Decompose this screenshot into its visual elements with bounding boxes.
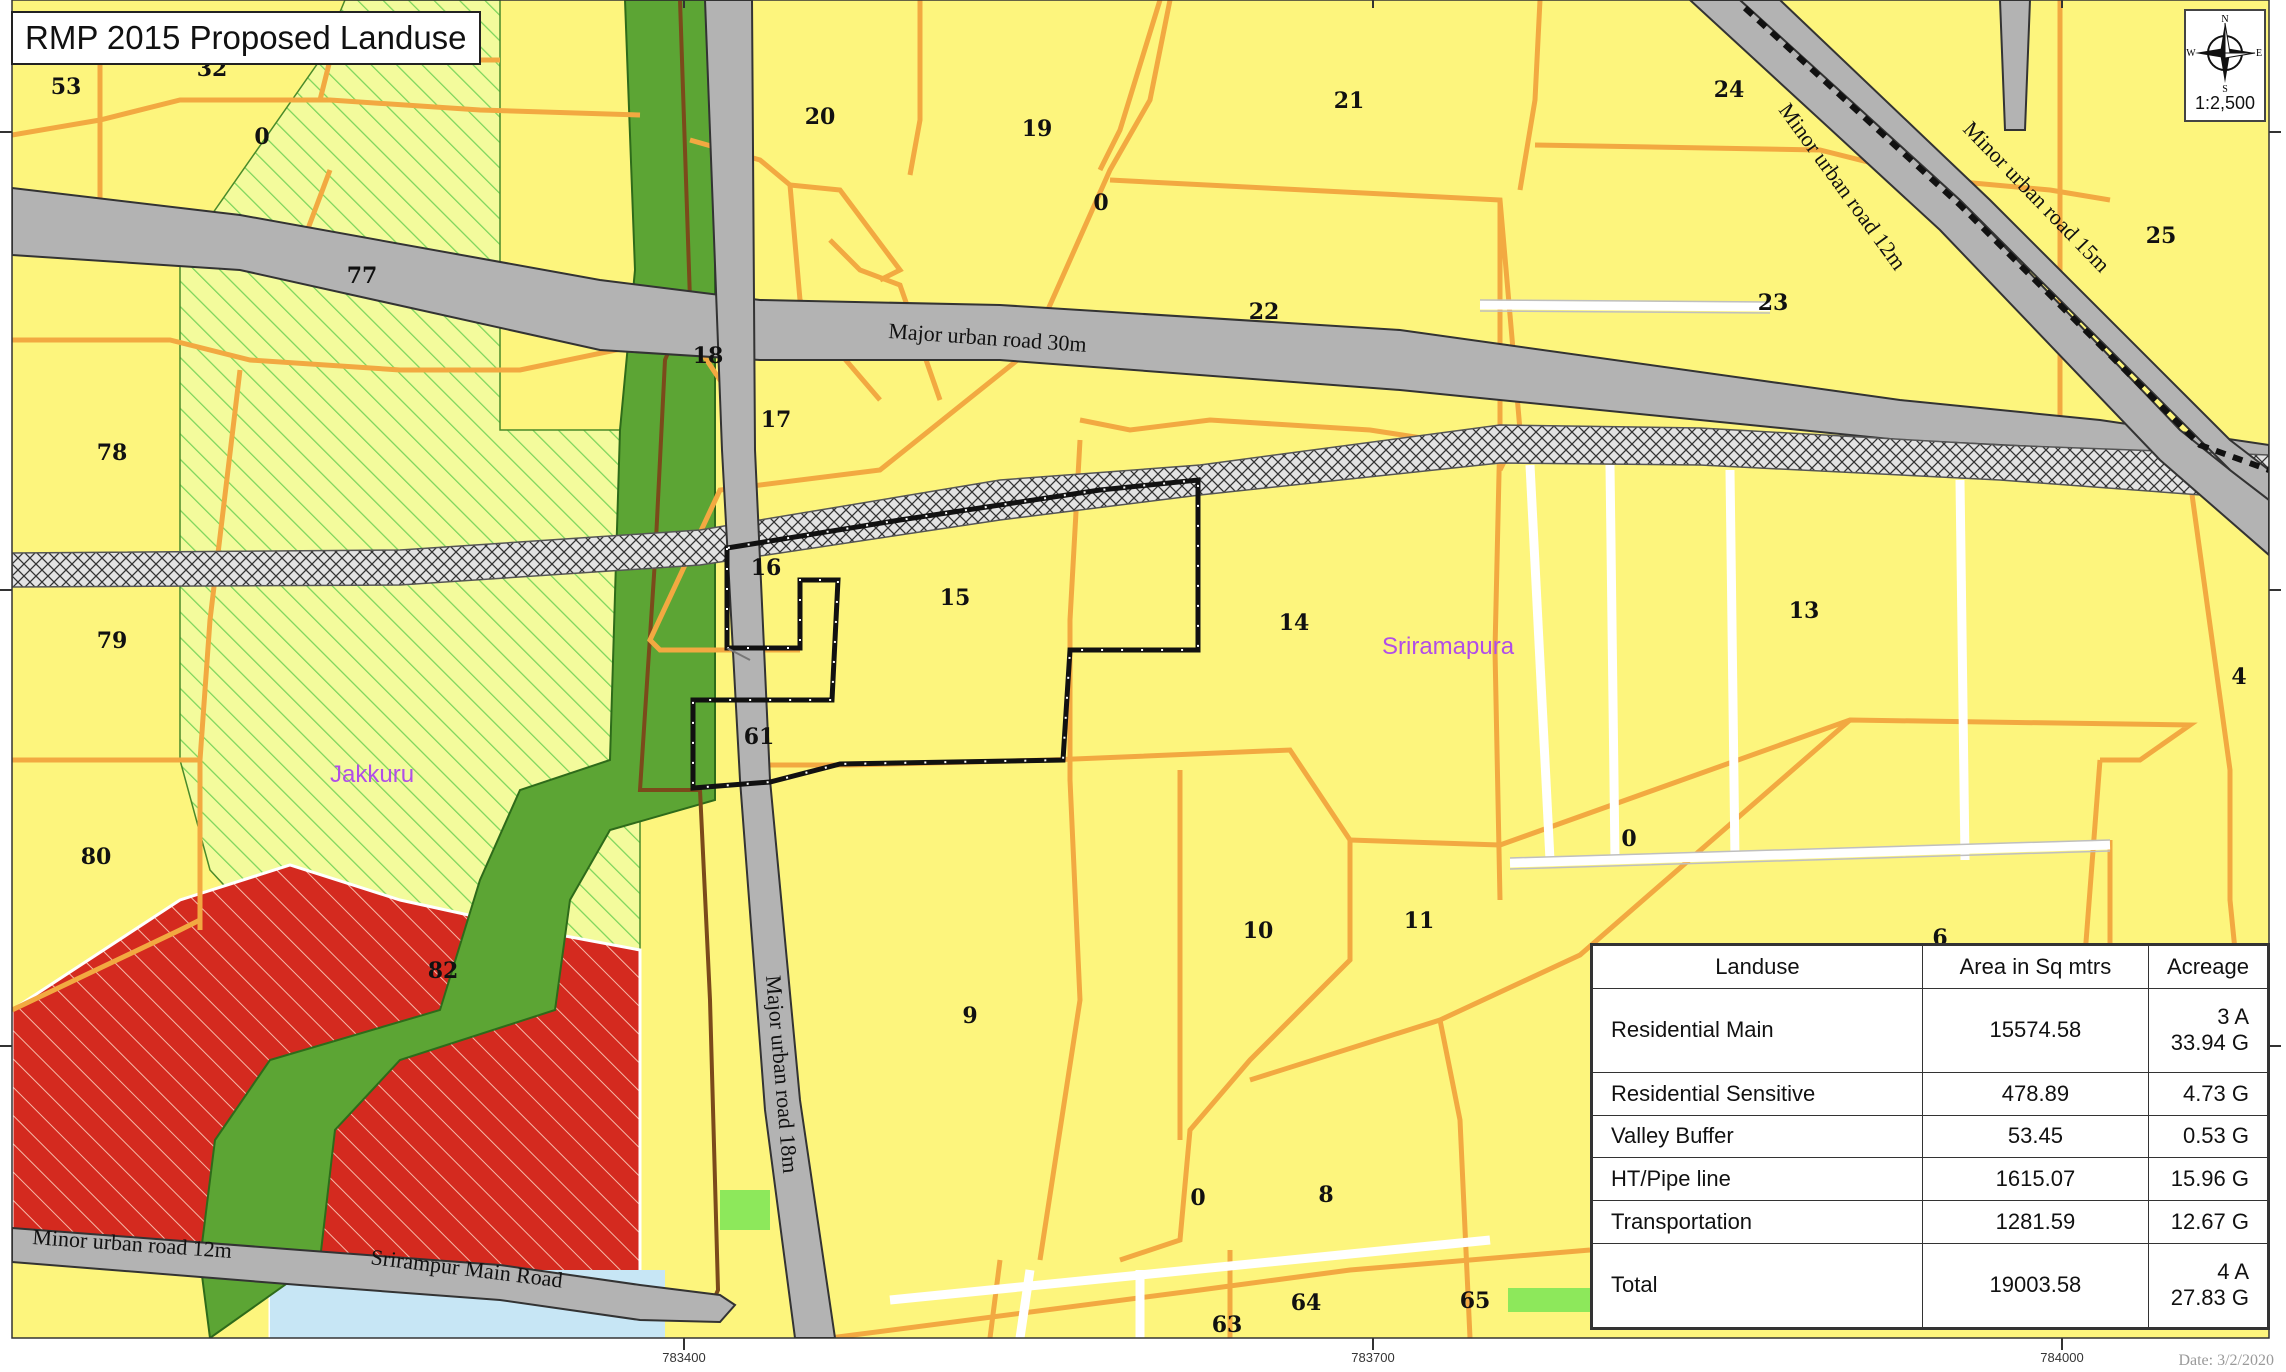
parcel-label: 19 (1022, 116, 1053, 142)
table-cell-area: 53.45 (1921, 1114, 2150, 1159)
table-header: Acreage (2148, 945, 2268, 989)
parcel-label: 64 (1291, 1290, 1322, 1316)
table-cell-landuse: HT/Pipe line (1592, 1157, 1923, 1202)
parcel-label: 16 (751, 555, 782, 581)
table-cell-acreage: 3 A 33.94 G (2148, 987, 2268, 1073)
table-row: Residential Sensitive 478.89 4.73 G (1592, 1071, 2268, 1116)
map-title: RMP 2015 Proposed Landuse (11, 11, 481, 65)
parcel-label: 17 (761, 407, 792, 433)
north-arrow-panel: N S E W 1:2,500 (2184, 9, 2266, 122)
parcel-label: 77 (347, 263, 378, 289)
parcel-label: 0 (254, 124, 269, 150)
table-cell-area: 1281.59 (1921, 1200, 2150, 1244)
parcel-label: 79 (97, 628, 128, 654)
table-cell-acreage: 15.96 G (2148, 1157, 2268, 1202)
parcel-label: 22 (1249, 299, 1280, 325)
table-row: Valley Buffer 53.45 0.53 G (1592, 1114, 2268, 1159)
grid-tick-label: 784000 (2040, 1350, 2083, 1365)
grid-tick-label: 783400 (662, 1350, 705, 1365)
green-patch (1508, 1288, 1590, 1312)
table-cell-landuse: Total (1592, 1242, 1923, 1329)
date-stamp: Date: 3/2/2020 (2178, 1352, 2274, 1369)
compass-icon: N S E W (2186, 14, 2262, 93)
parcel-label: 25 (2146, 223, 2177, 249)
table-cell-acreage: 12.67 G (2148, 1200, 2268, 1244)
table-cell-area: 19003.58 (1921, 1242, 2150, 1329)
parcel-label: 24 (1714, 77, 1745, 103)
table-cell-area: 1615.07 (1921, 1157, 2150, 1202)
table-header-row: Landuse Area in Sq mtrs Acreage (1592, 945, 2268, 989)
compass-e: E (2256, 48, 2262, 59)
parcel-label: 20 (805, 104, 836, 130)
table-row: Transportation 1281.59 12.67 G (1592, 1200, 2268, 1244)
parcel-label: 82 (428, 958, 459, 984)
parcel-label: 4 (2231, 664, 2246, 690)
table-cell-landuse: Transportation (1592, 1200, 1923, 1244)
compass-s: S (2222, 84, 2228, 93)
green-patch (720, 1190, 770, 1230)
table-cell-landuse: Valley Buffer (1592, 1114, 1923, 1159)
parcel-label: 13 (1789, 598, 1820, 624)
table-cell-landuse: Residential Main (1592, 987, 1923, 1073)
table-row: Total 19003.58 4 A 27.83 G (1592, 1242, 2268, 1329)
parcel-label: 65 (1460, 1288, 1491, 1314)
table-cell-area: 478.89 (1921, 1071, 2150, 1116)
table-cell-acreage: 0.53 G (2148, 1114, 2268, 1159)
scale-label: 1:2,500 (2194, 93, 2256, 113)
parcel-label: 0 (1621, 826, 1636, 852)
compass-w: W (2186, 48, 2196, 59)
table-row: Residential Main 15574.58 3 A 33.94 G (1592, 987, 2268, 1073)
parcel-label: 14 (1279, 610, 1310, 636)
parcel-label: 61 (744, 724, 775, 750)
parcel-label: 18 (693, 343, 724, 369)
parcel-label: 9 (962, 1003, 977, 1029)
parcel-label: 80 (81, 844, 112, 870)
parcel-label: 11 (1404, 908, 1435, 934)
parcel-label: 23 (1758, 290, 1789, 316)
parcel-label: 78 (97, 440, 128, 466)
table-header: Landuse (1592, 945, 1923, 989)
road-vertical-ne (1998, 0, 2032, 131)
parcel-label: 10 (1243, 918, 1274, 944)
table-row: HT/Pipe line 1615.07 15.96 G (1592, 1157, 2268, 1202)
parcel-label: 8 (1318, 1182, 1333, 1208)
parcel-label: 15 (940, 585, 971, 611)
parcel-label: 53 (51, 74, 82, 100)
parcel-label: 63 (1212, 1312, 1243, 1338)
table-cell-acreage: 4 A 27.83 G (2148, 1242, 2268, 1329)
parcel-label: 21 (1334, 88, 1365, 114)
table-cell-area: 15574.58 (1921, 987, 2150, 1073)
parcel-label: 0 (1093, 190, 1108, 216)
table-header: Area in Sq mtrs (1921, 945, 2150, 989)
table-cell-landuse: Residential Sensitive (1592, 1071, 1923, 1116)
compass-n: N (2221, 14, 2228, 25)
grid-tick-label: 783700 (1351, 1350, 1394, 1365)
table-cell-acreage: 4.73 G (2148, 1071, 2268, 1116)
village-label-sriramapura: Sriramapura (1382, 633, 1515, 660)
parcel-label: 0 (1190, 1185, 1205, 1211)
village-label-jakkuru: Jakkuru (330, 761, 414, 788)
landuse-area-table: Landuse Area in Sq mtrs Acreage Resident… (1590, 943, 2270, 1330)
